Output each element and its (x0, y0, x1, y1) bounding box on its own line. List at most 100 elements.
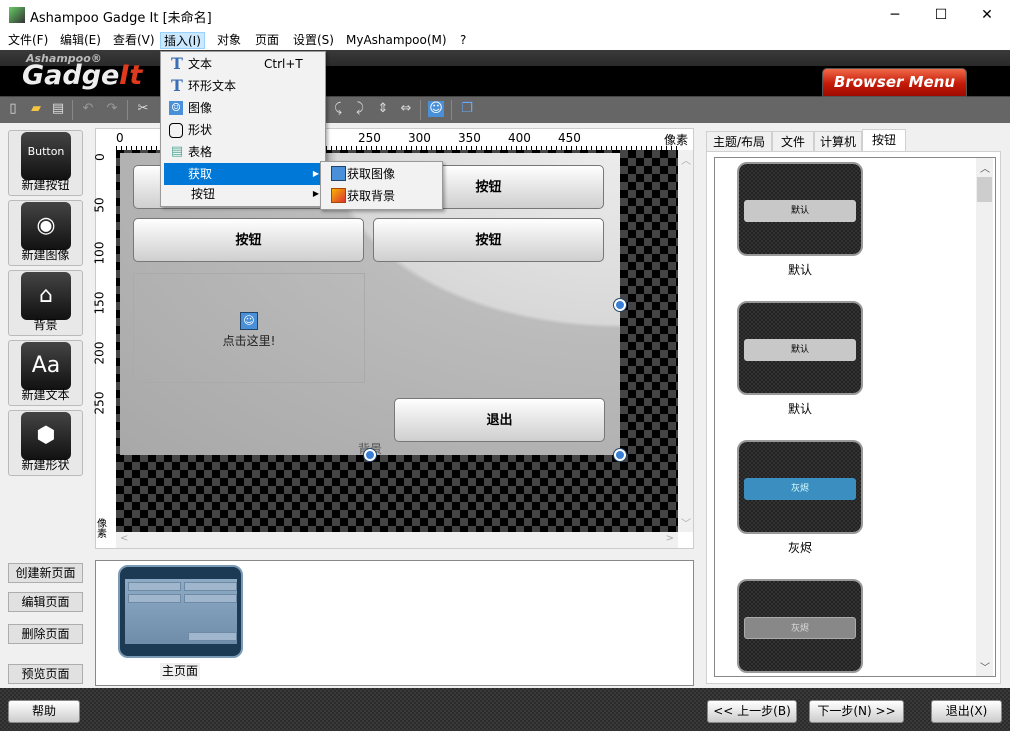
cut-icon[interactable]: ✂ (135, 101, 151, 117)
menu-item-label: 文本 (188, 57, 213, 71)
image-icon[interactable]: ☺ (428, 101, 444, 117)
save-icon[interactable]: ▤ (50, 101, 66, 117)
align-vertical-icon[interactable]: ⇕ (375, 101, 391, 117)
delete-page-button[interactable]: 删除页面 (8, 624, 83, 644)
menu-help[interactable]: ? (457, 32, 469, 49)
style-item[interactable]: 灰烬 (737, 579, 863, 673)
help-button[interactable]: 帮助 (8, 700, 80, 723)
text-icon: Aa (21, 342, 71, 390)
page-thumbnail[interactable] (118, 565, 243, 658)
canvas-horizontal-scrollbar[interactable]: < > (116, 532, 678, 548)
image-placeholder-label: 点击这里! (222, 334, 276, 348)
menu-insert[interactable]: 插入(I) (160, 32, 205, 49)
menu-item-text[interactable]: T 文本 Ctrl+T (164, 53, 323, 75)
canvas-vertical-scrollbar[interactable]: ︿ ﹀ (678, 150, 693, 532)
circular-text-icon: T (171, 76, 183, 95)
menu-settings[interactable]: 设置(S) (290, 32, 337, 49)
new-button-tool[interactable]: Button 新建按钮 (8, 130, 83, 196)
new-image-tool[interactable]: ◉ 新建图像 (8, 200, 83, 266)
ruler-tick: 350 (458, 131, 481, 145)
tab-button[interactable]: 按钮 (862, 129, 906, 152)
resize-handle[interactable] (614, 449, 626, 461)
separator (420, 100, 421, 120)
separator (72, 100, 73, 120)
new-shape-tool[interactable]: ⬢ 新建形状 (8, 410, 83, 476)
menu-item-shape[interactable]: 形状 (164, 119, 323, 141)
align-horizontal-icon[interactable]: ⇔ (398, 101, 414, 117)
image-placeholder[interactable]: ☺ 点击这里! (133, 273, 365, 383)
style-item[interactable]: 默认 (737, 301, 863, 395)
separator (127, 100, 128, 120)
house-icon: ⌂ (21, 272, 71, 320)
style-item[interactable]: 默认 (737, 162, 863, 256)
tool-label: 新建形状 (21, 458, 70, 472)
browser-menu-button[interactable]: Browser Menu (822, 68, 967, 97)
flip2-icon[interactable]: ⤸ (352, 101, 368, 117)
toolbar: ▯ ▰ ▤ ↶ ↷ ✂ ⤹ ⤸ ⇕ ⇔ ☺ ❐ (0, 97, 1010, 123)
menu-item-table[interactable]: ▤ 表格 (164, 141, 323, 163)
ruler-tick: 400 (508, 131, 531, 145)
new-text-tool[interactable]: Aa 新建文本 (8, 340, 83, 406)
background-tool[interactable]: ⌂ 背景 (8, 270, 83, 336)
menu-file[interactable]: 文件(F) (5, 32, 51, 49)
logo: GadgeIt (22, 60, 143, 91)
maximize-button[interactable]: ☐ (918, 0, 964, 30)
previous-button[interactable]: << 上一步(B) (707, 700, 797, 723)
menu-view[interactable]: 查看(V) (110, 32, 158, 49)
style-item[interactable]: 灰烬 (737, 440, 863, 534)
style-preview-button: 默认 (744, 200, 856, 222)
tool-label: 新建图像 (21, 248, 70, 262)
new-file-icon[interactable]: ▯ (5, 101, 21, 117)
open-folder-icon[interactable]: ▰ (28, 101, 44, 117)
acquire-submenu: 获取图像 获取背景 (320, 161, 443, 210)
scrollbar-thumb[interactable] (977, 177, 992, 202)
menu-object[interactable]: 对象 (214, 32, 244, 49)
close-button[interactable]: ✕ (964, 0, 1010, 30)
ruler-tick: 150 (92, 291, 107, 315)
canvas-exit-button[interactable]: 退出 (394, 398, 605, 442)
resize-handle[interactable] (364, 449, 376, 461)
camera-icon: ◉ (21, 202, 71, 250)
minimize-button[interactable]: ─ (872, 0, 918, 30)
ruler-tick: 300 (408, 131, 431, 145)
tab-file[interactable]: 文件 (772, 131, 814, 152)
canvas-button[interactable]: 按钮 (373, 218, 604, 262)
preview-page-button[interactable]: 预览页面 (8, 664, 83, 684)
menu-item-button[interactable]: 按钮 ▶ (164, 183, 323, 205)
ruler-tick: 0 (92, 153, 107, 161)
menu-item-label: 按钮 (191, 187, 216, 201)
menu-item-label: 获取背景 (347, 189, 396, 203)
shapes-icon: ⬢ (21, 412, 71, 460)
layers-icon[interactable]: ❐ (459, 101, 475, 117)
canvas-button[interactable]: 按钮 (133, 218, 364, 262)
menu-page[interactable]: 页面 (252, 32, 282, 49)
style-label: 默认 (787, 263, 812, 277)
menu-item-circular-text[interactable]: T 环形文本 (164, 75, 323, 97)
flip-icon[interactable]: ⤹ (330, 101, 346, 117)
menu-item-acquire-background[interactable]: 获取背景 (323, 185, 441, 207)
ruler-tick: 100 (92, 241, 107, 265)
exit-button[interactable]: 退出(X) (931, 700, 1002, 723)
separator (451, 100, 452, 120)
shape-icon (169, 123, 183, 138)
style-list-scrollbar[interactable]: ︿ ﹀ (976, 158, 993, 676)
menu-item-acquire[interactable]: 获取 ▶ (164, 163, 323, 185)
menu-myashampoo[interactable]: MyAshampoo(M) (343, 32, 450, 49)
menu-item-label: 形状 (188, 123, 213, 137)
tab-theme-layout[interactable]: 主题/布局 (706, 131, 772, 152)
edit-page-button[interactable]: 编辑页面 (8, 592, 83, 612)
undo-icon[interactable]: ↶ (80, 101, 96, 117)
style-label: 默认 (787, 402, 812, 416)
menu-edit[interactable]: 编辑(E) (57, 32, 104, 49)
table-icon: ▤ (170, 144, 184, 159)
menu-item-acquire-image[interactable]: 获取图像 (323, 163, 441, 185)
menu-item-image[interactable]: ☺ 图像 (164, 97, 323, 119)
redo-icon[interactable]: ↷ (104, 101, 120, 117)
resize-handle[interactable] (614, 299, 626, 311)
next-button[interactable]: 下一步(N) >> (809, 700, 904, 723)
tab-computer[interactable]: 计算机 (814, 131, 862, 152)
create-page-button[interactable]: 创建新页面 (8, 563, 83, 583)
ruler-tick: 450 (558, 131, 581, 145)
image-icon: ☺ (240, 312, 258, 330)
page-thumbnail-label[interactable]: 主页面 (160, 663, 200, 680)
